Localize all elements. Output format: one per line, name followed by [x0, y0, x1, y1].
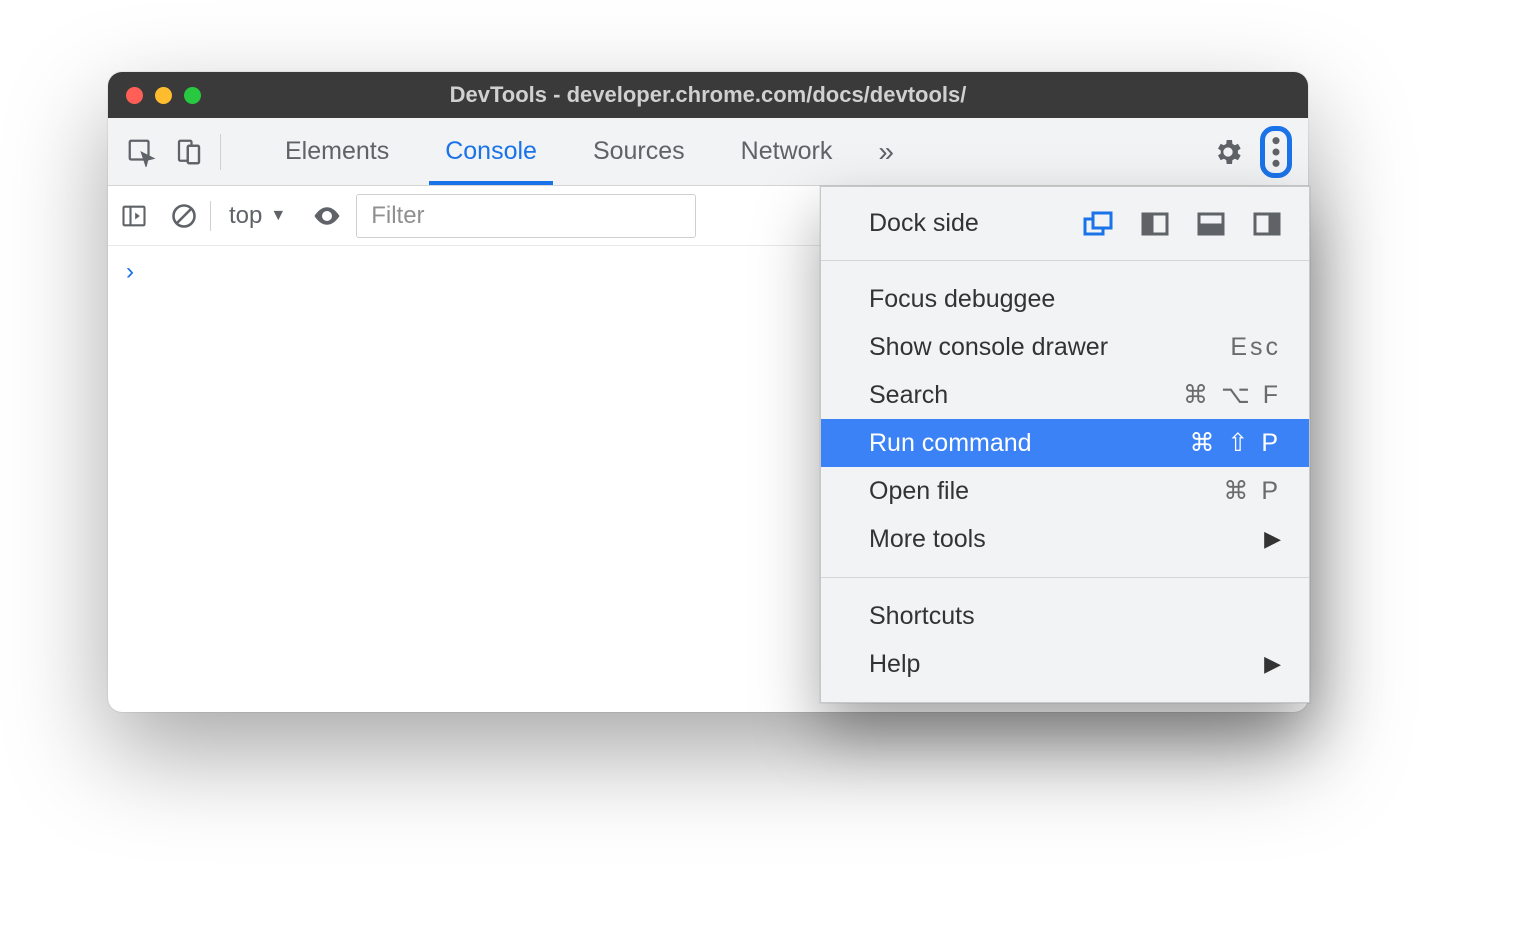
tab-network[interactable]: Network — [713, 118, 861, 185]
console-prompt-icon: › — [126, 258, 134, 285]
divider — [210, 201, 211, 231]
minimize-window-button[interactable] — [155, 87, 172, 104]
tab-strip: Elements Console Sources Network — [257, 118, 860, 185]
menu-item-label: Focus debuggee — [869, 285, 1055, 314]
menu-item-label: Search — [869, 381, 948, 410]
submenu-arrow-icon: ▶ — [1264, 651, 1281, 677]
close-window-button[interactable] — [126, 87, 143, 104]
titlebar: DevTools - developer.chrome.com/docs/dev… — [108, 72, 1308, 118]
menu-item-label: Open file — [869, 477, 969, 506]
tab-label: Network — [741, 137, 833, 166]
settings-icon[interactable] — [1212, 136, 1244, 168]
more-options-highlight — [1260, 126, 1292, 178]
more-tabs-icon[interactable]: » — [878, 136, 894, 168]
filter-input[interactable]: Filter — [356, 194, 696, 238]
dropdown-icon: ▼ — [270, 207, 286, 225]
dock-left-icon[interactable] — [1141, 212, 1169, 236]
tab-sources[interactable]: Sources — [565, 118, 713, 185]
menu-item-label: Run command — [869, 429, 1032, 458]
tab-console[interactable]: Console — [417, 118, 565, 185]
menu-section-dock: Dock side — [821, 187, 1309, 261]
menu-item-label: Show console drawer — [869, 333, 1108, 362]
devtools-window: DevTools - developer.chrome.com/docs/dev… — [108, 72, 1308, 712]
menu-item-more-tools[interactable]: More tools ▶ — [821, 515, 1309, 563]
menu-item-run-command[interactable]: Run command ⌘ ⇧ P — [821, 419, 1309, 467]
menu-item-label: More tools — [869, 525, 986, 554]
context-label: top — [229, 202, 262, 230]
dock-bottom-icon[interactable] — [1197, 212, 1225, 236]
menu-item-shortcut: Esc — [1230, 333, 1281, 362]
menu-item-shortcut: ⌘ ⇧ P — [1189, 428, 1281, 458]
menu-item-show-console-drawer[interactable]: Show console drawer Esc — [821, 323, 1309, 371]
divider — [220, 134, 221, 170]
context-selector[interactable]: top ▼ — [223, 202, 292, 230]
options-menu: Dock side — [820, 186, 1310, 703]
tab-elements[interactable]: Elements — [257, 118, 417, 185]
dock-side-label: Dock side — [869, 209, 979, 238]
menu-item-help[interactable]: Help ▶ — [821, 640, 1309, 688]
menu-item-open-file[interactable]: Open file ⌘ P — [821, 467, 1309, 515]
more-options-icon[interactable] — [1271, 135, 1281, 169]
main-toolbar: Elements Console Sources Network » — [108, 118, 1308, 186]
inspect-element-icon[interactable] — [126, 137, 156, 167]
device-toggle-icon[interactable] — [174, 137, 204, 167]
menu-item-shortcut: ⌘ P — [1223, 476, 1281, 506]
submenu-arrow-icon: ▶ — [1264, 526, 1281, 552]
menu-item-label: Help — [869, 650, 920, 679]
menu-item-search[interactable]: Search ⌘ ⌥ F — [821, 371, 1309, 419]
menu-section-actions: Focus debuggee Show console drawer Esc S… — [821, 261, 1309, 578]
menu-item-label: Shortcuts — [869, 602, 975, 631]
menu-item-shortcuts[interactable]: Shortcuts — [821, 592, 1309, 640]
tab-label: Elements — [285, 137, 389, 166]
maximize-window-button[interactable] — [184, 87, 201, 104]
tab-label: Sources — [593, 137, 685, 166]
menu-section-help: Shortcuts Help ▶ — [821, 578, 1309, 702]
menu-item-focus-debuggee[interactable]: Focus debuggee — [821, 275, 1309, 323]
window-controls — [126, 87, 201, 104]
dock-undock-icon[interactable] — [1083, 211, 1113, 237]
clear-console-icon[interactable] — [170, 202, 198, 230]
toggle-sidebar-icon[interactable] — [120, 202, 148, 230]
menu-item-shortcut: ⌘ ⌥ F — [1183, 380, 1281, 410]
filter-placeholder: Filter — [371, 202, 424, 230]
tab-label: Console — [445, 137, 537, 166]
window-title: DevTools - developer.chrome.com/docs/dev… — [450, 82, 967, 108]
dock-right-icon[interactable] — [1253, 212, 1281, 236]
dock-options — [1083, 211, 1281, 237]
eye-icon[interactable] — [312, 201, 342, 231]
